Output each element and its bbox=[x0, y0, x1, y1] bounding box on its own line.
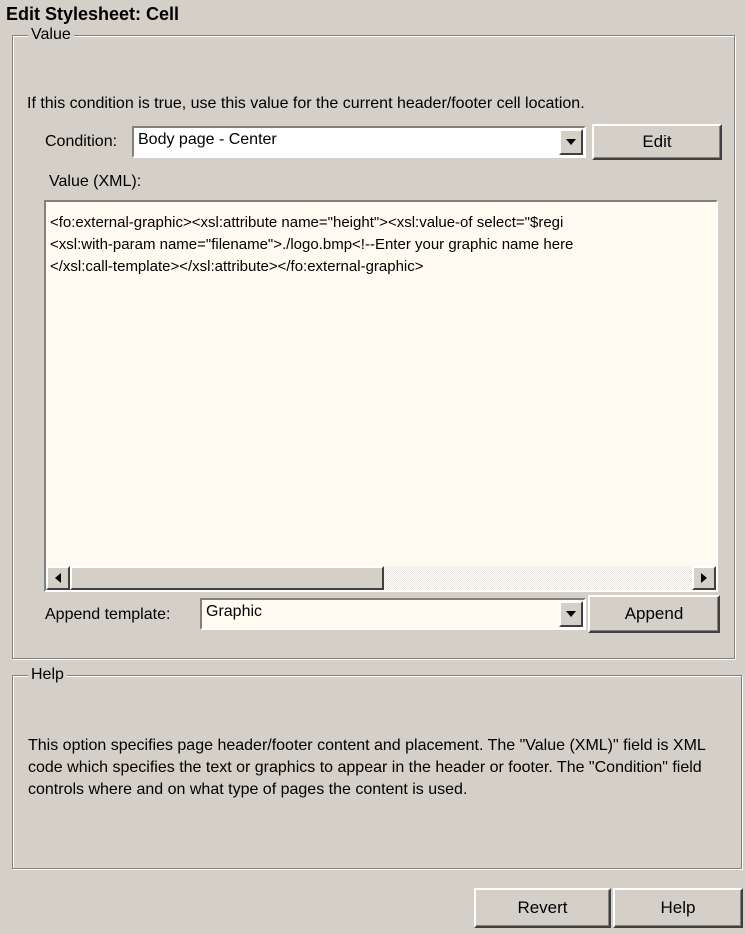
horizontal-scrollbar[interactable] bbox=[46, 566, 716, 590]
append-template-combobox[interactable]: Graphic bbox=[200, 598, 586, 630]
value-xml-editor[interactable]: <fo:external-graphic><xsl:attribute name… bbox=[44, 200, 718, 592]
chevron-down-icon bbox=[566, 139, 576, 145]
chevron-down-icon bbox=[566, 611, 576, 617]
condition-dropdown-button[interactable] bbox=[559, 129, 583, 155]
help-text: This option specifies page header/footer… bbox=[28, 737, 706, 798]
dialog-title: Edit Stylesheet: Cell bbox=[6, 4, 180, 24]
xml-line: <fo:external-graphic><xsl:attribute name… bbox=[50, 214, 564, 231]
condition-combobox[interactable]: Body page - Center bbox=[132, 126, 586, 158]
condition-label: Condition: bbox=[45, 133, 118, 150]
xml-line: </xsl:call-template></xsl:attribute></fo… bbox=[50, 258, 424, 275]
scroll-left-button[interactable] bbox=[46, 566, 70, 590]
value-group-legend: Value bbox=[28, 26, 74, 44]
append-button[interactable]: Append bbox=[588, 595, 720, 633]
arrow-left-icon bbox=[55, 573, 61, 583]
append-template-selected-value: Graphic bbox=[206, 603, 263, 620]
help-button[interactable]: Help bbox=[613, 888, 743, 928]
condition-selected-value: Body page - Center bbox=[138, 131, 277, 148]
append-template-dropdown-button[interactable] bbox=[559, 601, 583, 627]
scroll-right-button[interactable] bbox=[692, 566, 716, 590]
value-xml-label: Value (XML): bbox=[49, 173, 142, 190]
arrow-right-icon bbox=[701, 573, 707, 583]
help-group-legend: Help bbox=[28, 666, 67, 684]
instruction-text: If this condition is true, use this valu… bbox=[27, 95, 585, 112]
append-template-label: Append template: bbox=[45, 606, 171, 623]
xml-line: <xsl:with-param name="filename">./logo.b… bbox=[50, 236, 574, 253]
revert-button[interactable]: Revert bbox=[474, 888, 611, 928]
edit-button[interactable]: Edit bbox=[592, 124, 722, 160]
scroll-thumb[interactable] bbox=[70, 566, 384, 590]
